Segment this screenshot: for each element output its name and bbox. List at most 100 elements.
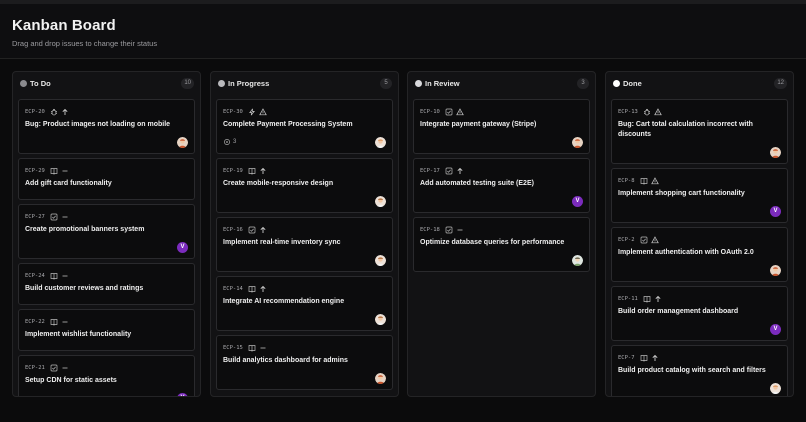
issue-card[interactable]: ECP-27 Create promotional banners system… (18, 204, 195, 259)
checkbox-icon (445, 226, 453, 234)
avatar: V (770, 324, 781, 335)
column-header: In Progress 5 (211, 72, 398, 96)
minus-icon (61, 318, 69, 326)
issue-id: ECP-18 (420, 226, 440, 233)
book-icon (248, 344, 256, 352)
issue-id: ECP-19 (223, 167, 243, 174)
issue-id: ECP-10 (420, 108, 440, 115)
arrow-up-icon (61, 108, 69, 116)
person-avatar-icon (572, 255, 583, 266)
issue-card[interactable]: ECP-30 Complete Payment Processing Syste… (216, 99, 393, 154)
issue-card[interactable]: ECP-13 Bug: Cart total calculation incor… (611, 99, 788, 164)
book-icon (248, 285, 256, 293)
column-in-review[interactable]: In Review 3 ECP-10 Integrate payment gat… (407, 71, 596, 397)
issue-id: ECP-15 (223, 344, 243, 351)
lightning-icon (248, 108, 256, 116)
person-avatar-icon (177, 137, 188, 148)
issue-card[interactable]: ECP-18 Optimize database queries for per… (413, 217, 590, 272)
issue-title: Build analytics dashboard for admins (223, 357, 348, 364)
warning-icon (650, 176, 659, 185)
checkbox-icon (248, 226, 256, 234)
arrow-up-icon (259, 226, 267, 234)
issue-title: Implement wishlist functionality (25, 331, 132, 338)
checkbox-icon (640, 236, 648, 244)
issue-id: ECP-27 (25, 213, 45, 220)
status-dot-icon (20, 80, 27, 87)
person-avatar-icon (375, 314, 386, 325)
column-todo[interactable]: To Do 10 ECP-20 Bug: Product images not … (12, 71, 201, 397)
issue-id: ECP-16 (223, 226, 243, 233)
checkbox-icon (50, 364, 58, 372)
arrow-up-icon (259, 167, 267, 175)
issue-card[interactable]: ECP-19 Create mobile-responsive design (216, 158, 393, 213)
minus-icon (61, 167, 69, 175)
checkbox-icon (445, 108, 453, 116)
book-icon (50, 272, 58, 280)
issue-card[interactable]: ECP-20 Bug: Product images not loading o… (18, 99, 195, 154)
issue-title: Build customer reviews and ratings (25, 285, 144, 292)
issue-title: Optimize database queries for performanc… (420, 239, 565, 246)
issue-card[interactable]: ECP-29 Add gift card functionality (18, 158, 195, 200)
issue-id: ECP-7 (618, 354, 635, 361)
issue-title: Create mobile-responsive design (223, 180, 334, 187)
issue-card[interactable]: ECP-22 Implement wishlist functionality (18, 309, 195, 351)
minus-icon (61, 364, 69, 372)
issue-card[interactable]: ECP-15 Build analytics dashboard for adm… (216, 335, 393, 390)
issue-id: ECP-13 (618, 108, 638, 115)
issue-card[interactable]: ECP-2 Implement authentication with OAut… (611, 227, 788, 282)
issue-card[interactable]: ECP-16 Implement real-time inventory syn… (216, 217, 393, 272)
issue-card[interactable]: ECP-17 Add automated testing suite (E2E)… (413, 158, 590, 213)
person-avatar-icon (770, 383, 781, 394)
issue-card[interactable]: ECP-14 Integrate AI recommendation engin… (216, 276, 393, 331)
person-avatar-icon (375, 255, 386, 266)
column-title: Done (623, 79, 642, 88)
warning-icon (650, 235, 659, 244)
issue-title: Build order management dashboard (618, 308, 739, 315)
bottom-bar (0, 406, 806, 422)
column-title: In Review (425, 79, 460, 88)
issue-card[interactable]: ECP-24 Build customer reviews and rating… (18, 263, 195, 305)
issue-id: ECP-30 (223, 108, 243, 115)
issue-id: ECP-21 (25, 364, 45, 371)
person-avatar-icon (375, 373, 386, 384)
issue-id: ECP-22 (25, 318, 45, 325)
issue-id: ECP-8 (618, 177, 635, 184)
issue-id: ECP-14 (223, 285, 243, 292)
issue-title: Integrate AI recommendation engine (223, 298, 345, 305)
column-count-badge: 12 (774, 78, 787, 89)
column-title: In Progress (228, 79, 270, 88)
column-count-badge: 3 (577, 78, 589, 89)
column-header: To Do 10 (13, 72, 200, 96)
person-avatar-icon (572, 137, 583, 148)
bug-icon (643, 108, 651, 116)
minus-icon (259, 344, 267, 352)
issue-title: Setup CDN for static assets (25, 377, 117, 384)
column-in-progress[interactable]: In Progress 5 ECP-30 Complete Payment Pr… (210, 71, 399, 397)
issue-title: Build product catalog with search and fi… (618, 367, 766, 374)
issue-card[interactable]: ECP-21 Setup CDN for static assets V (18, 355, 195, 396)
status-dot-icon (613, 80, 620, 87)
bug-icon (50, 108, 58, 116)
issue-id: ECP-2 (618, 236, 635, 243)
issue-card[interactable]: ECP-8 Implement shopping cart functional… (611, 168, 788, 223)
book-icon (248, 167, 256, 175)
checkbox-icon (445, 167, 453, 175)
book-icon (50, 318, 58, 326)
issue-card[interactable]: ECP-10 Integrate payment gateway (Stripe… (413, 99, 590, 154)
avatar: V (177, 242, 188, 253)
issue-title: Implement shopping cart functionality (618, 190, 745, 197)
issue-card[interactable]: ECP-7 Build product catalog with search … (611, 345, 788, 396)
avatar: V (177, 393, 188, 396)
book-icon (50, 167, 58, 175)
column-title: To Do (30, 79, 51, 88)
issue-title: Implement real-time inventory sync (223, 239, 341, 246)
arrow-up-icon (456, 167, 464, 175)
issue-title: Integrate payment gateway (Stripe) (420, 121, 537, 128)
column-done[interactable]: Done 12 ECP-13 Bug: Cart total calculati… (605, 71, 794, 397)
person-avatar-icon (770, 147, 781, 158)
checkbox-icon (50, 213, 58, 221)
issue-title: Bug: Cart total calculation incorrect wi… (618, 121, 753, 138)
person-avatar-icon (375, 137, 386, 148)
issue-card[interactable]: ECP-11 Build order management dashboard … (611, 286, 788, 341)
column-count-badge: 10 (181, 78, 194, 89)
